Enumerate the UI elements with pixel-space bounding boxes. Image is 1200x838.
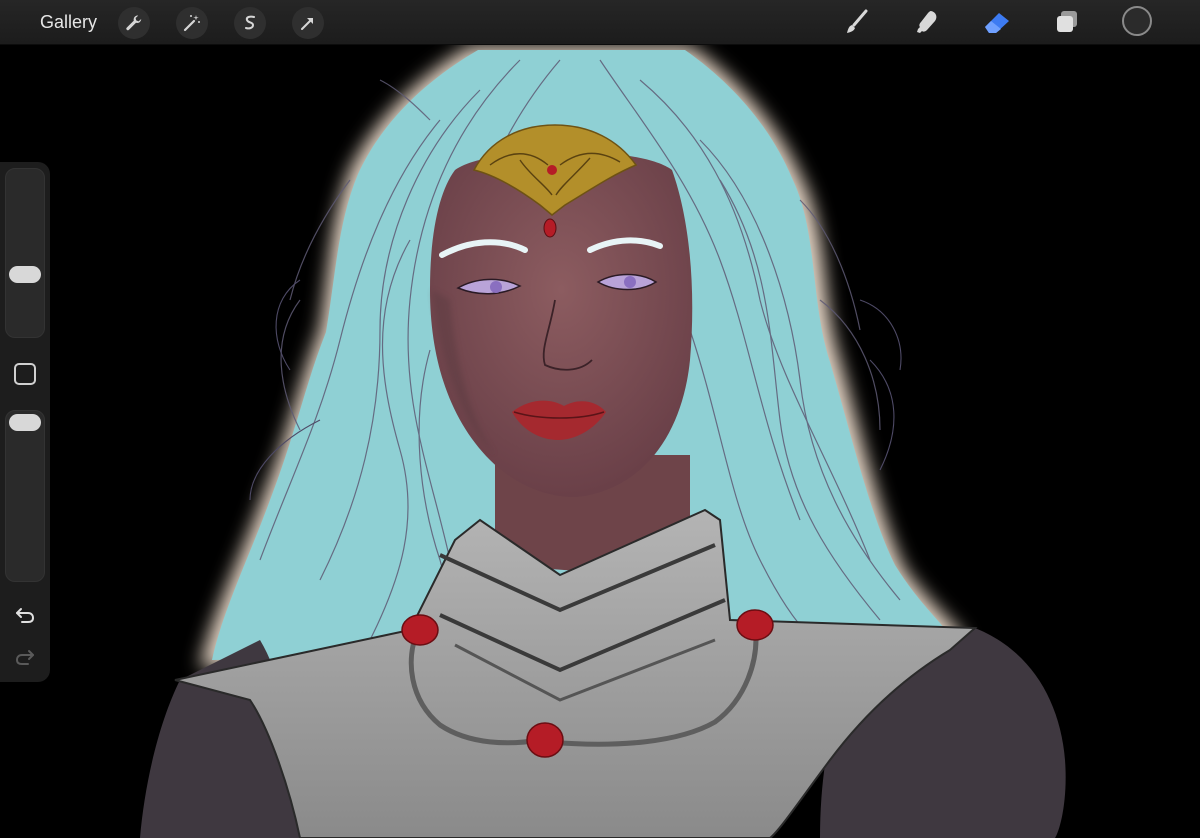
gallery-button[interactable]: Gallery [40,10,97,34]
transform-arrow-icon [301,18,313,30]
procreate-app: Gallery [0,0,1200,838]
redo-button[interactable] [12,644,38,670]
left-iris [490,281,502,293]
tiara-gem [547,165,557,175]
brush-icon [847,9,868,33]
center-gem [526,722,564,758]
right-gem [736,609,774,641]
opacity-slider[interactable] [5,410,45,582]
right-iris [624,276,636,288]
layers-button[interactable] [1050,5,1084,39]
actions-button[interactable] [118,7,150,39]
smudge-icon [917,11,937,33]
selection-icon [245,15,255,30]
eraser-button[interactable] [980,5,1014,39]
top-toolbar: Gallery [0,0,1200,45]
eraser-icon [985,13,1009,33]
color-swatch[interactable] [1122,6,1152,36]
layers-icon [1057,11,1077,32]
redo-icon [15,650,34,665]
opacity-knob[interactable] [9,414,41,431]
left-sidebar [0,162,50,682]
undo-button[interactable] [12,602,38,628]
undo-icon [16,608,35,623]
drawing-canvas[interactable] [0,44,1200,838]
left-gem [401,614,439,646]
adjustments-button[interactable] [176,7,208,39]
brush-button[interactable] [840,5,874,39]
brush-size-slider[interactable] [5,168,45,338]
smudge-button[interactable] [910,5,944,39]
transform-button[interactable] [292,7,324,39]
selection-button[interactable] [234,7,266,39]
magic-wand-icon [183,15,200,32]
modify-button[interactable] [14,363,36,385]
forehead-gem [543,218,557,238]
brush-size-knob[interactable] [9,266,41,284]
wrench-icon [126,15,142,31]
